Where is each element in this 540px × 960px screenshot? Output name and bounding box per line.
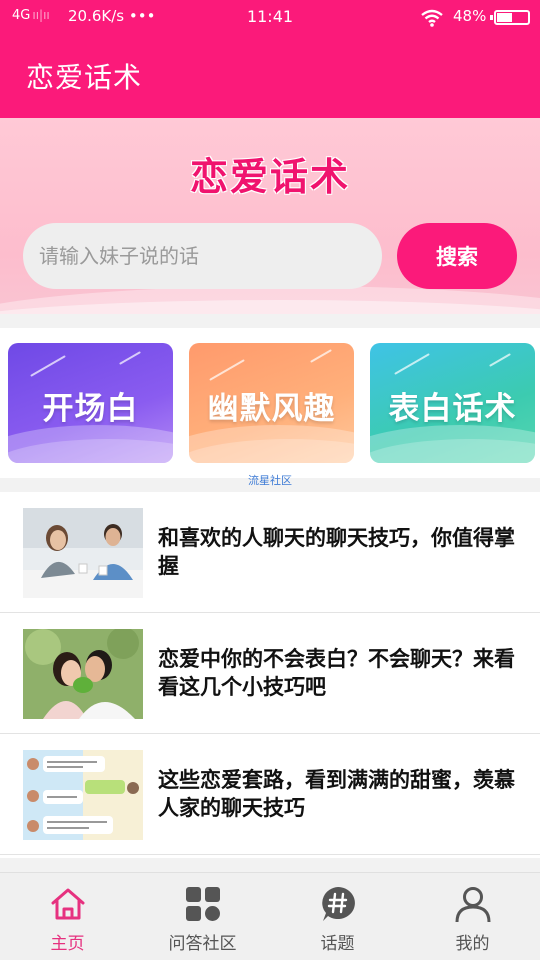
article-list: 和喜欢的人聊天的聊天技巧，你值得掌握 恋爱中你的不会表白？不会聊天？来看看这几个… bbox=[0, 492, 540, 858]
tab-topics[interactable]: 话题 bbox=[270, 873, 405, 960]
tab-label: 话题 bbox=[320, 934, 355, 954]
decoration-streak bbox=[310, 349, 332, 363]
article-item[interactable]: 恋爱中你的不会表白？不会聊天？来看看这几个小技巧吧 bbox=[0, 613, 540, 734]
battery-icon bbox=[490, 10, 530, 25]
chat-screenshot-photo bbox=[23, 750, 143, 840]
search-input[interactable] bbox=[23, 223, 382, 289]
wifi-icon bbox=[421, 9, 443, 27]
article-title: 这些恋爱套路，看到满满的甜蜜，羡慕人家的聊天技巧 bbox=[158, 768, 515, 820]
tab-label: 问答社区 bbox=[168, 934, 237, 954]
decoration-streak bbox=[30, 355, 66, 377]
category-label: 表白话术 bbox=[388, 391, 517, 427]
bottom-tab-bar: 主页 问答社区 话题 我的 bbox=[0, 872, 540, 960]
article-title: 恋爱中你的不会表白？不会聊天？来看看这几个小技巧吧 bbox=[158, 647, 515, 699]
category-label: 开场白 bbox=[42, 391, 139, 427]
tab-profile[interactable]: 我的 bbox=[405, 873, 540, 960]
tab-label: 主页 bbox=[50, 934, 85, 954]
person-icon bbox=[455, 887, 491, 923]
hashtag-icon bbox=[322, 887, 355, 921]
battery-percent: 48% bbox=[453, 7, 487, 25]
category-card-opening[interactable]: 开场白 bbox=[8, 343, 173, 463]
search-button[interactable]: 搜索 bbox=[397, 223, 517, 289]
app-header: 4G ıı|ıı 20.6K/s ••• 11:41 48% 恋爱话术 bbox=[0, 0, 540, 118]
article-item[interactable]: 和喜欢的人聊天的聊天技巧，你值得掌握 bbox=[0, 492, 540, 613]
decoration-streak bbox=[209, 359, 245, 381]
sponsor-label[interactable]: 流星社区 bbox=[0, 472, 540, 488]
home-icon bbox=[51, 888, 85, 920]
search-banner: 恋爱话术 搜索 bbox=[0, 118, 540, 314]
decoration-streak bbox=[119, 351, 141, 365]
category-card-humor[interactable]: 幽默风趣 bbox=[189, 343, 354, 463]
category-label: 幽默风趣 bbox=[207, 391, 336, 427]
decoration-streak bbox=[489, 353, 511, 367]
article-item[interactable]: 这些恋爱套路，看到满满的甜蜜，羡慕人家的聊天技巧 bbox=[0, 734, 540, 855]
category-card-confession[interactable]: 表白话术 bbox=[370, 343, 535, 463]
couple-cafe-photo bbox=[23, 508, 143, 598]
banner-title: 恋爱话术 bbox=[189, 155, 350, 199]
status-bar: 4G ıı|ıı 20.6K/s ••• 11:41 48% bbox=[0, 0, 540, 36]
tab-label: 我的 bbox=[455, 934, 490, 954]
app-title: 恋爱话术 bbox=[26, 61, 143, 94]
category-cards: 开场白 幽默风趣 表白话术 流星社区 bbox=[0, 328, 540, 487]
tab-qa-community[interactable]: 问答社区 bbox=[135, 873, 270, 960]
tab-home[interactable]: 主页 bbox=[0, 873, 135, 960]
article-title: 和喜欢的人聊天的聊天技巧，你值得掌握 bbox=[158, 526, 515, 578]
decoration-streak bbox=[394, 353, 430, 375]
couple-kiss-photo bbox=[23, 629, 143, 719]
grid-icon bbox=[186, 887, 220, 921]
